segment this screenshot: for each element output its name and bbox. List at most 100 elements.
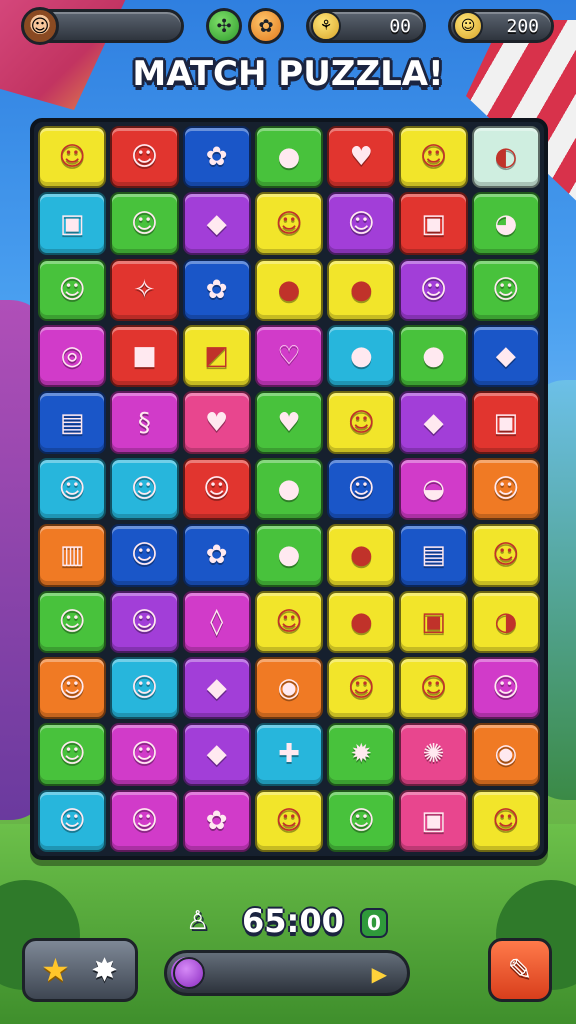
board-tile[interactable]: ☺ xyxy=(254,192,324,255)
clover-button[interactable]: ✣ xyxy=(206,8,242,44)
board-tile[interactable]: ☺ xyxy=(38,457,107,521)
board-tile[interactable]: ✹ xyxy=(327,723,396,786)
sparkle-boost-button[interactable]: ✸ xyxy=(83,948,127,992)
face-icon: ☺ xyxy=(130,540,158,571)
sun-icon: ✺ xyxy=(422,739,445,770)
board-tile[interactable]: ◎ xyxy=(38,325,107,388)
board-tile[interactable]: ✿ xyxy=(182,258,251,322)
board-tile[interactable]: ■ xyxy=(110,325,179,388)
flower-button[interactable]: ✿ xyxy=(248,8,284,44)
board-tile[interactable]: ▤ xyxy=(399,524,468,587)
board-tile[interactable]: ☺ xyxy=(110,457,179,521)
profile-pill[interactable]: ☺ xyxy=(21,7,184,45)
currency-counter[interactable]: ⚘ 00 xyxy=(306,9,426,43)
board-tile[interactable]: ☺ xyxy=(254,590,324,653)
board-tile[interactable]: ◆ xyxy=(182,656,251,720)
board-tile[interactable]: § xyxy=(110,391,179,454)
board-tile[interactable]: ◑ xyxy=(471,590,540,653)
board-tile[interactable]: ● xyxy=(327,524,396,587)
note-icon: ▤ xyxy=(421,540,446,571)
board-tile[interactable]: ☺ xyxy=(38,258,107,322)
board-tile[interactable]: ▣ xyxy=(471,391,540,454)
board-tile[interactable]: ◆ xyxy=(182,723,251,786)
board-tile[interactable]: ☺ xyxy=(110,524,179,587)
face-icon: ☺ xyxy=(130,673,158,704)
board-tile[interactable]: ♥ xyxy=(327,126,396,189)
board-tile[interactable]: ☺ xyxy=(327,391,396,454)
board-tile[interactable]: ✿ xyxy=(182,126,251,189)
board-tile[interactable]: ☺ xyxy=(38,789,107,852)
board-tile[interactable]: ◒ xyxy=(399,457,468,521)
bow-icon: ⚘ xyxy=(311,11,341,41)
board-tile[interactable]: ☺ xyxy=(399,126,468,189)
person-icon: ♙ xyxy=(186,906,210,936)
board-tile[interactable]: ◆ xyxy=(182,192,251,255)
board-tile[interactable]: ☺ xyxy=(254,789,324,852)
board-tile[interactable]: ☺ xyxy=(110,590,179,653)
star-boost-button[interactable]: ★ xyxy=(34,948,78,992)
board-tile[interactable]: ▣ xyxy=(399,789,468,852)
jar-icon: ▥ xyxy=(59,540,85,571)
board-tile[interactable]: ◩ xyxy=(182,325,251,388)
board-tile[interactable]: ● xyxy=(327,325,396,388)
board-tile[interactable]: ◕ xyxy=(471,192,540,255)
avatar[interactable]: ☺ xyxy=(21,7,59,45)
board-tile[interactable]: ● xyxy=(327,590,396,653)
board-tile[interactable]: ☺ xyxy=(327,457,396,521)
apple-icon: ● xyxy=(349,274,373,305)
eraser-icon: ◒ xyxy=(422,473,445,504)
board-tile[interactable]: ▣ xyxy=(38,192,107,255)
board-tile[interactable]: ☺ xyxy=(110,723,179,786)
wrench-icon: ✎ xyxy=(507,952,533,988)
board-tile[interactable]: ◐ xyxy=(471,126,540,189)
board-tile[interactable]: ☺ xyxy=(182,457,251,521)
board-tile[interactable]: ☺ xyxy=(471,457,540,521)
apple-icon: ● xyxy=(422,341,445,372)
board-tile[interactable]: ☺ xyxy=(327,789,396,852)
board-tile[interactable]: ☺ xyxy=(110,126,179,189)
board-tile[interactable]: ● xyxy=(254,126,324,189)
board-tile[interactable]: ● xyxy=(254,524,324,587)
board-tile[interactable]: ● xyxy=(327,258,396,322)
board-tile[interactable]: ☺ xyxy=(38,590,107,653)
board-tile[interactable]: ● xyxy=(254,258,324,322)
apple-icon: ● xyxy=(277,473,301,504)
board-tile[interactable]: ☺ xyxy=(399,258,468,322)
board-tile[interactable]: ▣ xyxy=(399,192,468,255)
board-tile[interactable]: ▤ xyxy=(38,391,107,454)
board-tile[interactable]: ☺ xyxy=(471,258,540,322)
board-tile[interactable]: ♡ xyxy=(254,325,324,388)
board-tile[interactable]: ● xyxy=(399,325,468,388)
coin-counter[interactable]: ☺ 200 xyxy=(448,9,554,43)
board-tile[interactable]: ☺ xyxy=(471,789,540,852)
board-tile[interactable]: ☺ xyxy=(110,192,179,255)
board-tile[interactable]: ☺ xyxy=(110,789,179,852)
board-tile[interactable]: ◆ xyxy=(471,325,540,388)
board-tile[interactable]: ◉ xyxy=(254,656,324,720)
board-tile[interactable]: ☺ xyxy=(399,656,468,720)
board-tile[interactable]: ♥ xyxy=(182,391,251,454)
board-tile[interactable]: ♥ xyxy=(254,391,324,454)
board-tile[interactable]: ▣ xyxy=(399,590,468,653)
board-tile[interactable]: ✿ xyxy=(182,789,251,852)
board-tile[interactable]: ✧ xyxy=(110,258,179,322)
moves-badge: 0 xyxy=(360,908,388,938)
board-tile[interactable]: ☺ xyxy=(327,192,396,255)
tool-button[interactable]: ✎ xyxy=(488,938,552,1002)
board-tile[interactable]: ▥ xyxy=(38,524,107,587)
board-tile[interactable]: ☺ xyxy=(110,656,179,720)
board-tile[interactable]: ◉ xyxy=(471,723,540,786)
board-tile[interactable]: ☺ xyxy=(327,656,396,720)
board-tile[interactable]: ☺ xyxy=(471,524,540,587)
board-tile[interactable]: ● xyxy=(254,457,324,521)
face-icon: ☺ xyxy=(347,407,375,438)
board-tile[interactable]: ◆ xyxy=(399,391,468,454)
board-tile[interactable]: ◊ xyxy=(182,590,251,653)
board-tile[interactable]: ☺ xyxy=(471,656,540,720)
board-tile[interactable]: ☺ xyxy=(38,656,107,720)
board-tile[interactable]: ✺ xyxy=(399,723,468,786)
board-tile[interactable]: ✿ xyxy=(182,524,251,587)
board-tile[interactable]: ✚ xyxy=(254,723,324,786)
board-tile[interactable]: ☺ xyxy=(38,723,107,786)
board-tile[interactable]: ☺ xyxy=(38,126,107,189)
